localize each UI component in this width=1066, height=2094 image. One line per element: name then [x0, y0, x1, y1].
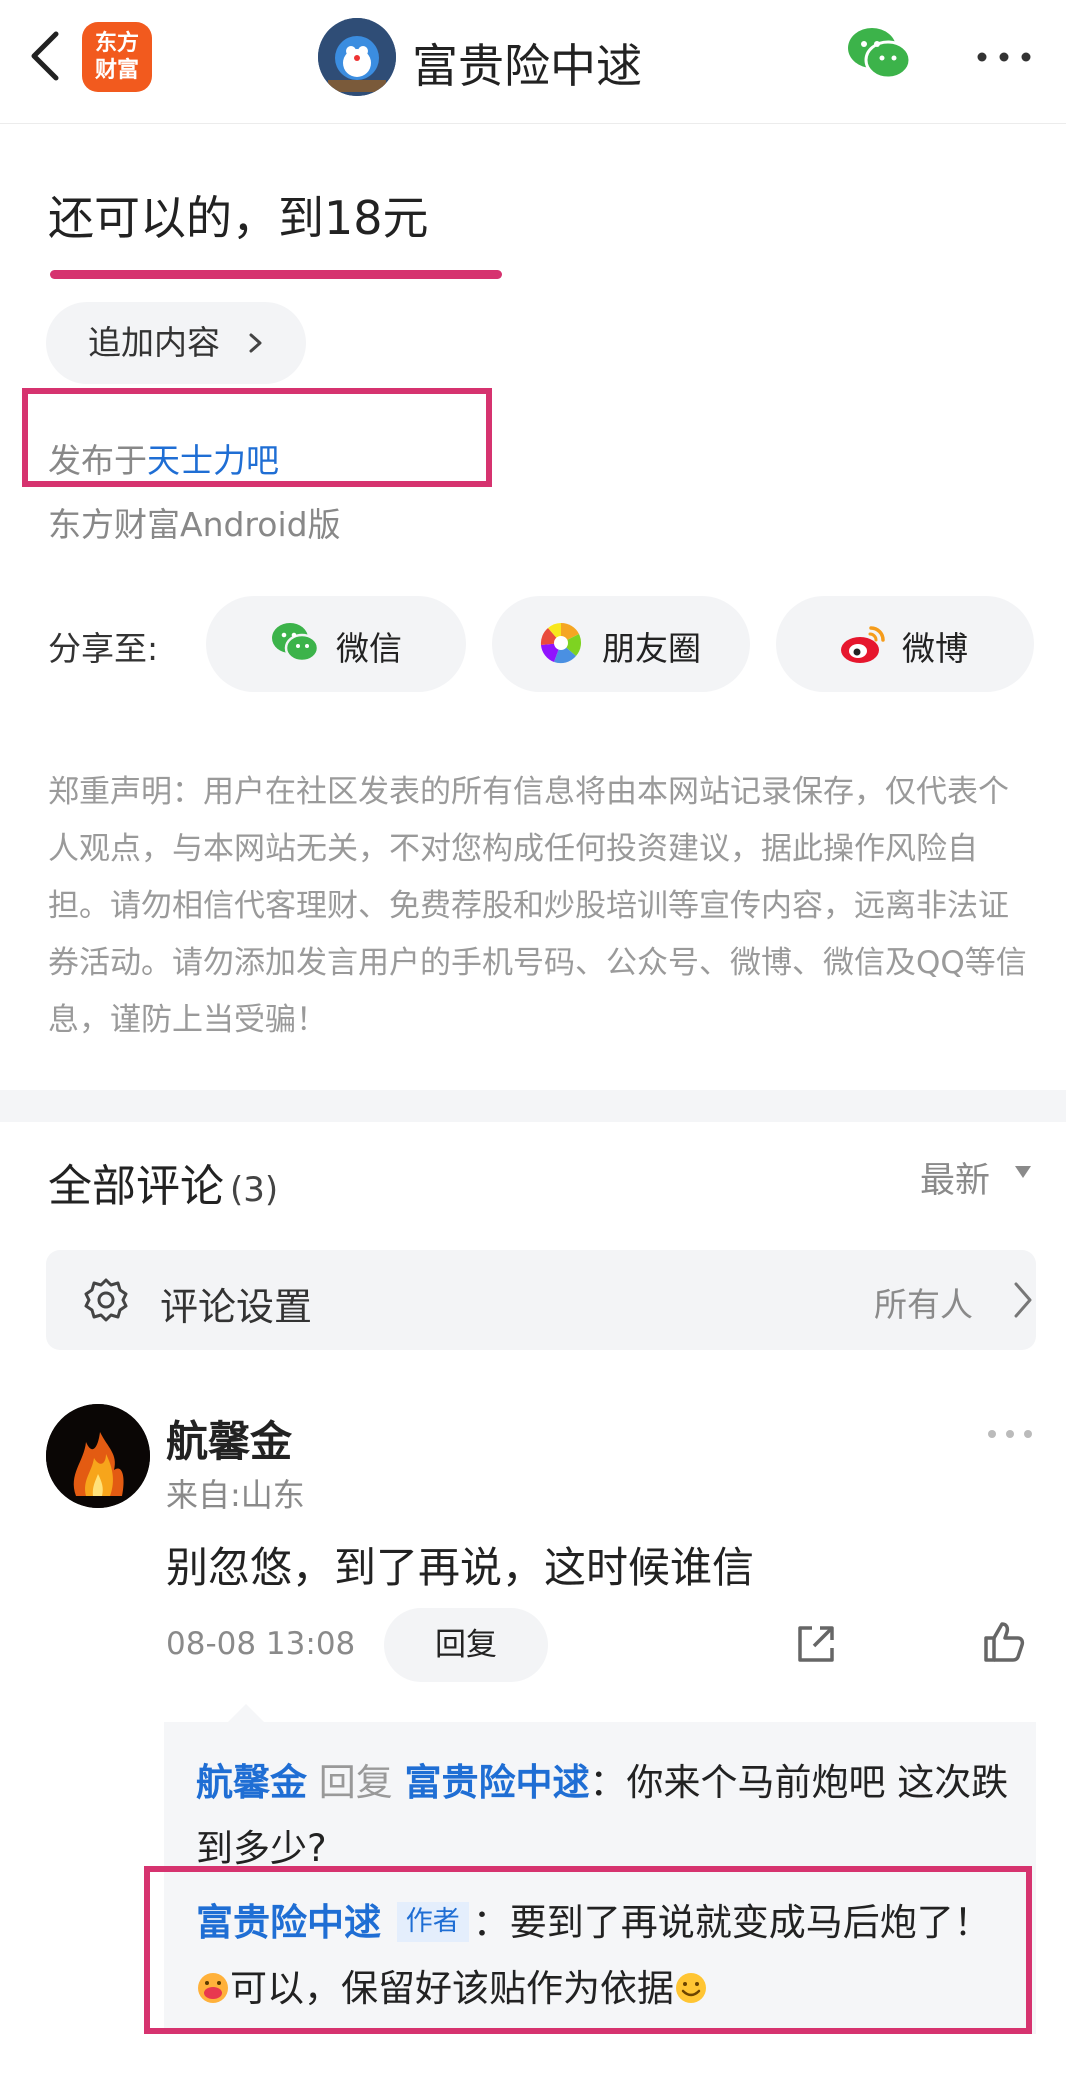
commenter-location: 来自:山东	[166, 1476, 305, 1514]
comment-settings-value: 所有人	[874, 1285, 973, 1324]
moments-icon	[540, 622, 582, 664]
highlight-box-author-reply	[144, 1866, 1032, 2034]
comment-settings-row[interactable]: 评论设置 所有人	[46, 1250, 1036, 1350]
bar-link[interactable]: 天士力吧	[147, 441, 279, 480]
thumbs-up-icon[interactable]	[980, 1618, 1028, 1666]
section-divider	[0, 1090, 1066, 1122]
back-arrow-icon[interactable]	[22, 26, 70, 86]
weibo-icon	[841, 626, 885, 663]
comment-body: 别忽悠，到了再说，这时候谁信	[166, 1543, 755, 1592]
comments-title-label: 全部评论	[48, 1161, 224, 1212]
reply-box-pointer	[228, 1704, 264, 1722]
caret-down-icon[interactable]	[1012, 1164, 1034, 1180]
comment-settings-label: 评论设置	[160, 1285, 313, 1329]
comments-count: (3)	[230, 1170, 279, 1210]
commenter-avatar[interactable]	[46, 1404, 150, 1508]
reply-author[interactable]: 航馨金	[196, 1761, 307, 1804]
share-moments-label: 朋友圈	[602, 629, 701, 668]
author-avatar[interactable]	[318, 18, 396, 96]
post-title: 还可以的，到18元	[48, 191, 429, 245]
comments-title: 全部评论 (3)	[48, 1150, 278, 1214]
reply-item: 航馨金 回复 富贵险中逑：你来个马前炮吧 这次跌到多少?	[196, 1750, 1016, 1882]
chevron-right-icon	[1014, 1282, 1032, 1318]
comment-more-icon[interactable]	[986, 1428, 1034, 1440]
append-content-button[interactable]: 追加内容	[46, 302, 306, 384]
top-bar: 东方 财富 富贵险中逑	[0, 0, 1066, 124]
posted-in-prefix: 发布于	[48, 441, 147, 480]
sort-dropdown[interactable]: 最新	[920, 1152, 990, 1203]
share-weibo-label: 微博	[902, 629, 968, 668]
reply-button[interactable]: 回复	[384, 1608, 548, 1682]
reply-target[interactable]: 富贵险中逑	[405, 1761, 590, 1804]
gear-icon	[84, 1278, 128, 1322]
more-options-icon[interactable]	[974, 50, 1034, 64]
share-label: 分享至:	[48, 629, 159, 668]
share-icon[interactable]	[792, 1620, 840, 1668]
share-moments-button[interactable]: 朋友圈	[492, 596, 750, 692]
share-weibo-button[interactable]: 微博	[776, 596, 1034, 692]
posted-in: 发布于天士力吧	[48, 434, 279, 482]
wechat-icon	[272, 623, 320, 663]
append-content-label: 追加内容	[88, 323, 220, 362]
highlight-underline	[50, 270, 502, 279]
commenter-name[interactable]: 航馨金	[166, 1408, 292, 1469]
disclaimer-text: 郑重声明：用户在社区发表的所有信息将由本网站记录保存，仅代表个人观点，与本网站无…	[48, 774, 1027, 1038]
app-logo: 东方 财富	[82, 22, 152, 92]
share-wechat-button[interactable]: 微信	[206, 596, 466, 692]
comment-timestamp: 08-08 13:08	[166, 1626, 356, 1662]
reply-verb: 回复	[318, 1761, 393, 1804]
wechat-share-icon[interactable]	[846, 24, 912, 84]
page-title: 富贵险中逑	[412, 39, 642, 93]
client-source: 东方财富Android版	[48, 505, 341, 544]
share-wechat-label: 微信	[336, 629, 402, 668]
